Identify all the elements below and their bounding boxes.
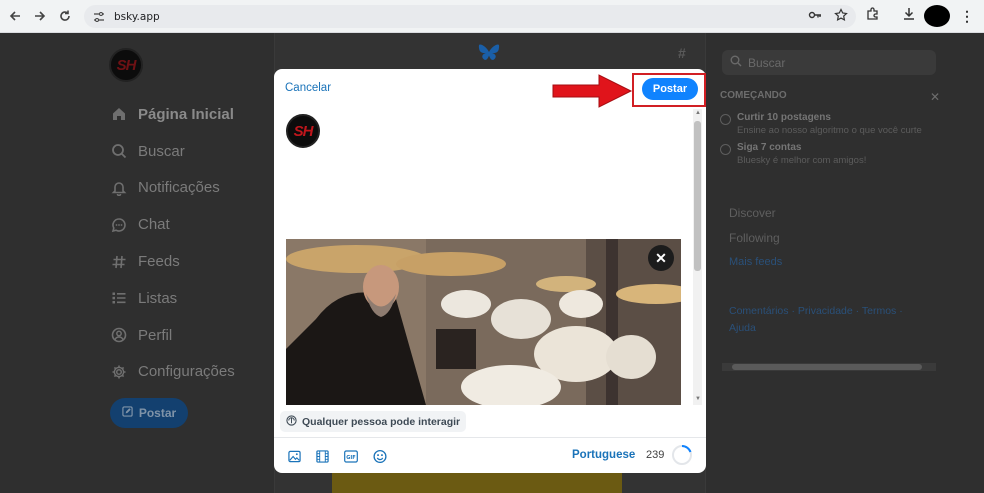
chat-icon bbox=[110, 216, 128, 234]
sidebar-item-label: Notificações bbox=[138, 179, 220, 197]
getting-started-title: COMEÇANDO bbox=[720, 90, 787, 101]
sh-logo: SH bbox=[109, 48, 143, 82]
video-icon[interactable] bbox=[315, 449, 329, 463]
close-icon[interactable]: ✕ bbox=[930, 90, 940, 104]
sidebar-item-lists[interactable]: Listas bbox=[110, 280, 235, 317]
gif-icon[interactable]: GIF bbox=[344, 449, 358, 463]
reload-icon[interactable] bbox=[53, 4, 77, 28]
download-icon[interactable] bbox=[902, 7, 916, 26]
character-count: 239 bbox=[646, 449, 665, 461]
extensions-icon[interactable] bbox=[866, 6, 880, 26]
footer-links[interactable]: Comentários · Privacidade · Termos · Aju… bbox=[729, 303, 929, 337]
feeds-list: Discover Following Mais feeds bbox=[729, 206, 782, 268]
emoji-icon[interactable] bbox=[373, 449, 387, 463]
feed-media-preview bbox=[332, 473, 622, 493]
sidebar-item-home[interactable]: Página Inicial bbox=[110, 96, 235, 133]
video-attachment[interactable] bbox=[286, 239, 681, 405]
composer-scrollbar[interactable]: ▲ ▼ bbox=[693, 109, 702, 405]
sidebar-avatar[interactable]: SH bbox=[109, 48, 143, 82]
task-circle-icon bbox=[720, 114, 731, 125]
home-icon bbox=[110, 105, 128, 123]
address-bar[interactable]: bsky.app bbox=[84, 5, 856, 28]
globe-icon bbox=[286, 414, 297, 429]
task-item[interactable]: Siga 7 contas Bluesky é melhor com amigo… bbox=[720, 142, 940, 166]
sidebar-item-chat[interactable]: Chat bbox=[110, 206, 235, 243]
search-icon bbox=[730, 55, 742, 70]
search-icon bbox=[110, 142, 128, 160]
task-circle-icon bbox=[720, 144, 731, 155]
character-progress-ring bbox=[671, 444, 693, 471]
divider bbox=[274, 437, 706, 438]
interaction-label: Qualquer pessoa pode interagir bbox=[302, 415, 461, 428]
forward-icon[interactable] bbox=[28, 4, 52, 28]
sidebar-post-label: Postar bbox=[138, 406, 177, 420]
sidebar-post-button[interactable]: Postar bbox=[110, 398, 188, 428]
interaction-settings-button[interactable]: Qualquer pessoa pode interagir bbox=[280, 411, 467, 432]
remove-video-button[interactable]: ✕ bbox=[648, 245, 674, 271]
sidebar-nav: Página Inicial Buscar Notificações Chat … bbox=[110, 96, 235, 390]
sidebar-item-label: Perfil bbox=[138, 326, 173, 344]
task-desc: Ensine ao nosso algoritmo o que você cur… bbox=[737, 125, 922, 136]
list-icon bbox=[110, 289, 128, 307]
annotation-arrow-icon bbox=[551, 73, 633, 114]
gear-icon bbox=[110, 363, 128, 381]
task-item[interactable]: Curtir 10 postagens Ensine ao nosso algo… bbox=[720, 112, 940, 136]
svg-text:GIF: GIF bbox=[346, 455, 355, 461]
site-info-icon[interactable] bbox=[92, 10, 106, 24]
more-feeds-link[interactable]: Mais feeds bbox=[729, 256, 782, 268]
browser-toolbar: bsky.app ⋮ bbox=[0, 0, 984, 33]
sidebar-item-label: Configurações bbox=[138, 363, 235, 381]
bell-icon bbox=[110, 179, 128, 197]
sidebar-item-label: Listas bbox=[138, 289, 178, 307]
compose-icon bbox=[122, 406, 133, 420]
sidebar-item-feeds[interactable]: Feeds bbox=[110, 243, 235, 280]
sh-logo: SH bbox=[286, 114, 320, 148]
star-icon[interactable] bbox=[834, 8, 848, 25]
sh-logo-text: SH bbox=[293, 122, 314, 140]
horizontal-scrollbar[interactable] bbox=[722, 363, 936, 371]
sidebar-item-profile[interactable]: Perfil bbox=[110, 317, 235, 354]
menu-icon[interactable]: ⋮ bbox=[960, 8, 974, 25]
composer-modal: Cancelar Postar SH ✕ ▲ ▼ Qualquer pessoa… bbox=[274, 69, 706, 473]
composer-avatar[interactable]: SH bbox=[286, 114, 320, 148]
getting-started-panel: COMEÇANDO ✕ Curtir 10 postagens Ensine a… bbox=[720, 90, 940, 172]
profile-icon bbox=[110, 326, 128, 344]
url-text: bsky.app bbox=[114, 10, 160, 23]
profile-avatar[interactable] bbox=[924, 5, 950, 27]
language-selector[interactable]: Portuguese bbox=[572, 449, 635, 461]
feeds-hash-icon[interactable]: # bbox=[678, 45, 686, 61]
key-icon[interactable] bbox=[808, 8, 822, 25]
image-icon[interactable] bbox=[287, 449, 301, 463]
sh-logo-text: SH bbox=[116, 56, 137, 74]
sidebar-item-notifications[interactable]: Notificações bbox=[110, 170, 235, 207]
back-icon[interactable] bbox=[3, 4, 27, 28]
feed-link-following[interactable]: Following bbox=[729, 231, 782, 256]
sidebar-item-search[interactable]: Buscar bbox=[110, 133, 235, 170]
task-desc: Bluesky é melhor com amigos! bbox=[737, 155, 867, 166]
sidebar-item-label: Chat bbox=[138, 216, 170, 234]
feed-link-discover[interactable]: Discover bbox=[729, 206, 782, 231]
sidebar-item-settings[interactable]: Configurações bbox=[110, 354, 235, 391]
right-search-input[interactable]: Buscar bbox=[722, 50, 936, 75]
cancel-button[interactable]: Cancelar bbox=[285, 82, 331, 94]
sidebar-item-label: Feeds bbox=[138, 253, 180, 271]
search-placeholder: Buscar bbox=[748, 55, 786, 70]
sidebar-item-label: Página Inicial bbox=[138, 105, 234, 123]
bluesky-butterfly-icon[interactable] bbox=[478, 43, 500, 68]
sidebar-item-label: Buscar bbox=[138, 142, 185, 160]
hash-icon bbox=[110, 253, 128, 271]
task-title: Curtir 10 postagens bbox=[737, 112, 831, 123]
annotation-highlight-box bbox=[632, 73, 706, 107]
task-title: Siga 7 contas bbox=[737, 142, 802, 153]
